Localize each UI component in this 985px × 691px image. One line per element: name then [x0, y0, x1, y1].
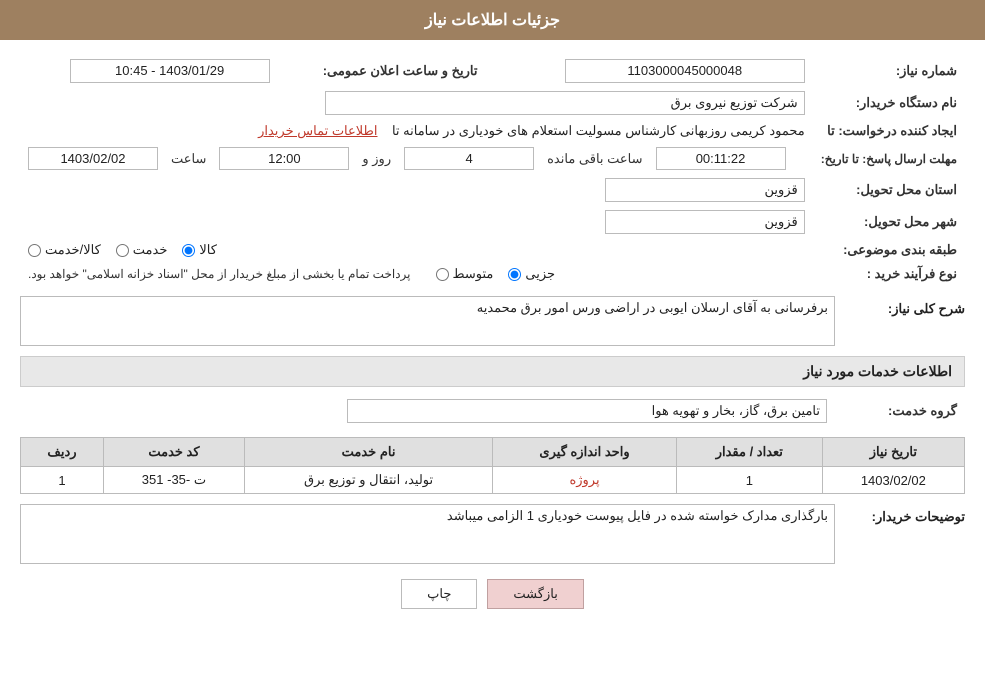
category-radio-khedmat-label: خدمت	[133, 242, 168, 258]
col-unit: واحد اندازه گیری	[493, 438, 677, 467]
col-quantity: تعداد / مقدار	[676, 438, 822, 467]
buyer-org-label: نام دستگاه خریدار:	[813, 87, 965, 119]
announce-date-value: 1403/01/29 - 10:45	[20, 55, 278, 87]
deadline-day-label: روز و	[362, 151, 391, 167]
category-radio-kala-khedmat-label: کالا/خدمت	[45, 242, 101, 258]
table-row: 1403/02/02 1 پروژه تولید، انتقال و توزیع…	[21, 467, 965, 494]
category-radio-kala-khedmat-input[interactable]	[28, 244, 41, 257]
col-date: تاریخ نیاز	[822, 438, 964, 467]
creator-link[interactable]: اطلاعات تماس خریدار	[258, 123, 377, 138]
category-label: طبقه بندی موضوعی:	[813, 238, 965, 262]
buyer-desc-row: توضیحات خریدار: بارگذاری مدارک خواسته شد…	[20, 504, 965, 564]
cell-row: 1	[21, 467, 104, 494]
print-button[interactable]: چاپ	[401, 579, 477, 609]
buyer-desc-label: توضیحات خریدار:	[835, 504, 965, 525]
creator-name: محمود کریمی روزبهانی کارشناس مسولیت استع…	[392, 123, 805, 138]
purchase-radio-jozii[interactable]: جزیی	[508, 266, 555, 282]
need-number-field: 1103000045000048	[565, 59, 805, 83]
purchase-note: پرداخت تمام یا بخشی از مبلغ خریدار از مح…	[28, 267, 411, 281]
main-content: شماره نیاز: 1103000045000048 تاریخ و ساع…	[0, 40, 985, 639]
purchase-radio-jozii-input[interactable]	[508, 268, 521, 281]
province-label: استان محل تحویل:	[813, 174, 965, 206]
category-radio-group: کالا/خدمت خدمت کالا	[28, 242, 805, 258]
cell-unit: پروژه	[493, 467, 677, 494]
city-field: قزوین	[605, 210, 805, 234]
announce-date-label: تاریخ و ساعت اعلان عمومی:	[278, 55, 508, 87]
purchase-radio-mottavasset[interactable]: متوسط	[436, 266, 494, 282]
category-radio-khedmat[interactable]: خدمت	[116, 242, 168, 258]
page-title: جزئیات اطلاعات نیاز	[425, 12, 560, 29]
creator-label: ایجاد کننده درخواست: تا	[813, 119, 965, 143]
deadline-remaining-label: ساعت باقی مانده	[547, 151, 642, 167]
need-number-label: شماره نیاز:	[813, 55, 965, 87]
page-header: جزئیات اطلاعات نیاز	[0, 0, 985, 40]
info-table: شماره نیاز: 1103000045000048 تاریخ و ساع…	[20, 55, 965, 286]
description-label: شرح کلی نیاز:	[835, 296, 965, 317]
back-button[interactable]: بازگشت	[487, 579, 583, 609]
deadline-date-field: 1403/02/02	[28, 147, 158, 170]
buyer-org-value: شرکت توزیع نیروی برق	[20, 87, 813, 119]
purchase-radio-mottavasset-input[interactable]	[436, 268, 449, 281]
category-radio-khedmat-input[interactable]	[116, 244, 129, 257]
category-radio-kala[interactable]: کالا	[182, 242, 217, 258]
col-name: نام خدمت	[244, 438, 492, 467]
description-field: برفرسانی به آقای ارسلان ایوبی در اراضی و…	[20, 296, 835, 346]
service-group-label: گروه خدمت:	[835, 395, 965, 427]
purchase-type-group: پرداخت تمام یا بخشی از مبلغ خریدار از مح…	[28, 266, 805, 282]
deadline-time-label: ساعت	[171, 151, 206, 167]
city-label: شهر محل تحویل:	[813, 206, 965, 238]
col-code: کد خدمت	[103, 438, 244, 467]
description-row: شرح کلی نیاز: برفرسانی به آقای ارسلان ای…	[20, 296, 965, 346]
col-row: ردیف	[21, 438, 104, 467]
buyer-org-field: شرکت توزیع نیروی برق	[325, 91, 805, 115]
announce-date-field: 1403/01/29 - 10:45	[70, 59, 270, 83]
deadline-label: مهلت ارسال پاسخ: تا تاریخ:	[813, 143, 965, 174]
deadline-remaining-field: 00:11:22	[656, 147, 786, 170]
button-row: بازگشت چاپ	[20, 579, 965, 609]
deadline-time-field: 12:00	[219, 147, 349, 170]
purchase-radio-mottavasset-label: متوسط	[453, 266, 494, 282]
purchase-radio-jozii-label: جزیی	[525, 266, 555, 282]
cell-date: 1403/02/02	[822, 467, 964, 494]
cell-name: تولید، انتقال و توزیع برق	[244, 467, 492, 494]
services-header: اطلاعات خدمات مورد نیاز	[20, 356, 965, 387]
need-number-value: 1103000045000048	[507, 55, 812, 87]
purchase-type-label: نوع فرآیند خرید :	[813, 262, 965, 286]
cell-code: ت -35- 351	[103, 467, 244, 494]
buyer-desc-field: بارگذاری مدارک خواسته شده در فایل پیوست …	[20, 504, 835, 564]
deadline-days-field: 4	[404, 147, 534, 170]
province-field: قزوین	[605, 178, 805, 202]
service-group-table: گروه خدمت: تامین برق، گاز، بخار و تهویه …	[20, 395, 965, 427]
category-radio-kala-input[interactable]	[182, 244, 195, 257]
category-radio-kala-label: کالا	[199, 242, 217, 258]
services-table: تاریخ نیاز تعداد / مقدار واحد اندازه گیر…	[20, 437, 965, 494]
category-radio-kala-khedmat[interactable]: کالا/خدمت	[28, 242, 101, 258]
cell-quantity: 1	[676, 467, 822, 494]
page-container: جزئیات اطلاعات نیاز شماره نیاز: 11030000…	[0, 0, 985, 691]
service-group-field: تامین برق، گاز، بخار و تهویه هوا	[347, 399, 827, 423]
